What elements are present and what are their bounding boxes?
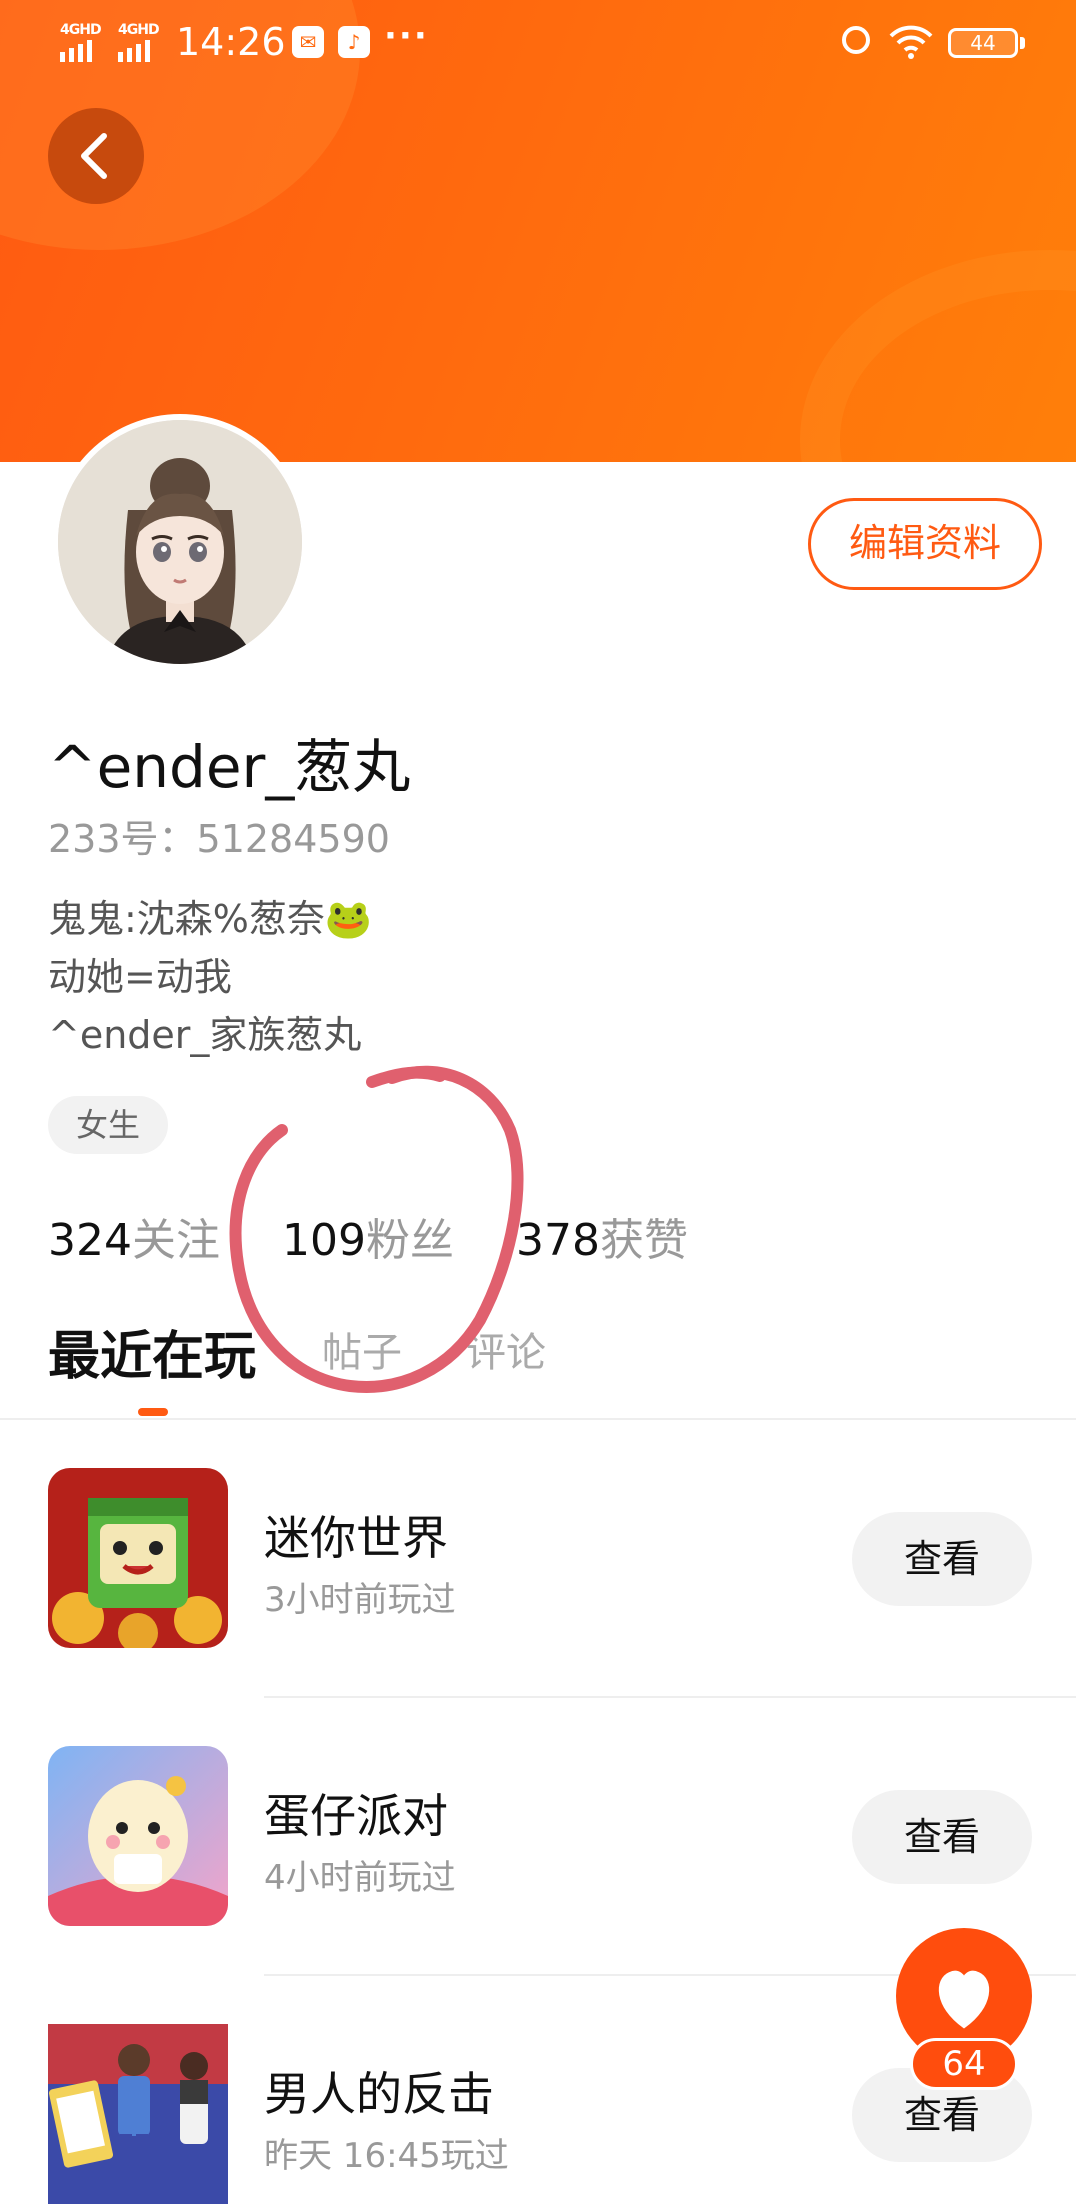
back-button[interactable] [48, 108, 144, 204]
tab-recently-played[interactable]: 最近在玩 [48, 1314, 256, 1389]
profile-header-banner: 4GHD 4GHD 14:26 ✉ ♪ ··· 44 [0, 0, 1076, 462]
mail-icon: ✉ [292, 26, 324, 58]
bio-line: 动她=动我 [48, 955, 232, 999]
signal-icon [118, 40, 150, 62]
more-notifications-icon: ··· [384, 16, 429, 56]
game-title[interactable]: 迷你世界 [264, 1502, 448, 1568]
view-button[interactable]: 查看 [852, 1512, 1032, 1606]
stat-following[interactable]: 324关注 [48, 1204, 220, 1268]
like-count-badge: 64 [910, 2038, 1018, 2090]
stat-number: 324 [48, 1215, 132, 1266]
profile-tabs: 最近在玩 帖子 评论 [48, 1320, 948, 1387]
stat-label: 粉丝 [365, 1215, 454, 1266]
alarm-icon [842, 26, 870, 54]
stat-likes[interactable]: 378获赞 [516, 1204, 688, 1268]
bio-line: ^ender_家族葱丸 [48, 1013, 362, 1057]
profile-name: ^ender_葱丸 [48, 733, 411, 801]
tab-posts[interactable]: 帖子 [322, 1320, 402, 1378]
header-decoration [800, 250, 1076, 462]
game-icon-eggy-party[interactable] [48, 1746, 228, 1926]
game-icon-mini-world[interactable] [48, 1468, 228, 1648]
avatar[interactable] [52, 414, 308, 670]
stat-number: 109 [281, 1215, 366, 1266]
stat-label: 关注 [131, 1215, 220, 1266]
avatar-image [58, 420, 302, 664]
game-last-played: 昨天 16:45玩过 [264, 2136, 509, 2176]
battery-tip [1020, 37, 1025, 49]
signal-label: 4GHD [60, 22, 102, 38]
tiktok-icon: ♪ [338, 26, 370, 58]
game-title[interactable]: 蛋仔派对 [264, 1780, 448, 1846]
bio-line: 鬼鬼:沈森%葱奈🐸 [48, 897, 373, 941]
profile-stats: 324关注 109粉丝 378获赞 [48, 1204, 688, 1268]
edit-profile-button[interactable]: 编辑资料 [808, 498, 1042, 590]
battery-icon: 44 [948, 28, 1018, 58]
stat-label: 获赞 [599, 1215, 688, 1266]
game-title[interactable]: 男人的反击 [264, 2058, 494, 2124]
tab-divider [0, 1418, 1076, 1420]
stat-followers[interactable]: 109粉丝 [282, 1204, 454, 1268]
game-last-played: 4小时前玩过 [264, 1858, 456, 1898]
profile-uid: 233号：51284590 [48, 817, 390, 861]
signal-label: 4GHD [118, 22, 160, 38]
view-button[interactable]: 查看 [852, 1790, 1032, 1884]
game-last-played: 3小时前玩过 [264, 1580, 456, 1620]
active-tab-indicator [138, 1408, 168, 1416]
tab-comments[interactable]: 评论 [466, 1320, 546, 1378]
game-icon-mans-counterattack[interactable] [48, 2024, 228, 2204]
gender-tag: 女生 [48, 1096, 168, 1154]
list-divider [264, 1696, 1076, 1698]
stat-number: 378 [515, 1215, 600, 1266]
wifi-icon [889, 25, 933, 59]
signal-icon [60, 40, 92, 62]
chevron-left-icon [81, 133, 107, 179]
status-time: 14:26 [176, 20, 286, 64]
status-bar: 4GHD 4GHD 14:26 ✉ ♪ ··· 44 [0, 0, 1076, 86]
